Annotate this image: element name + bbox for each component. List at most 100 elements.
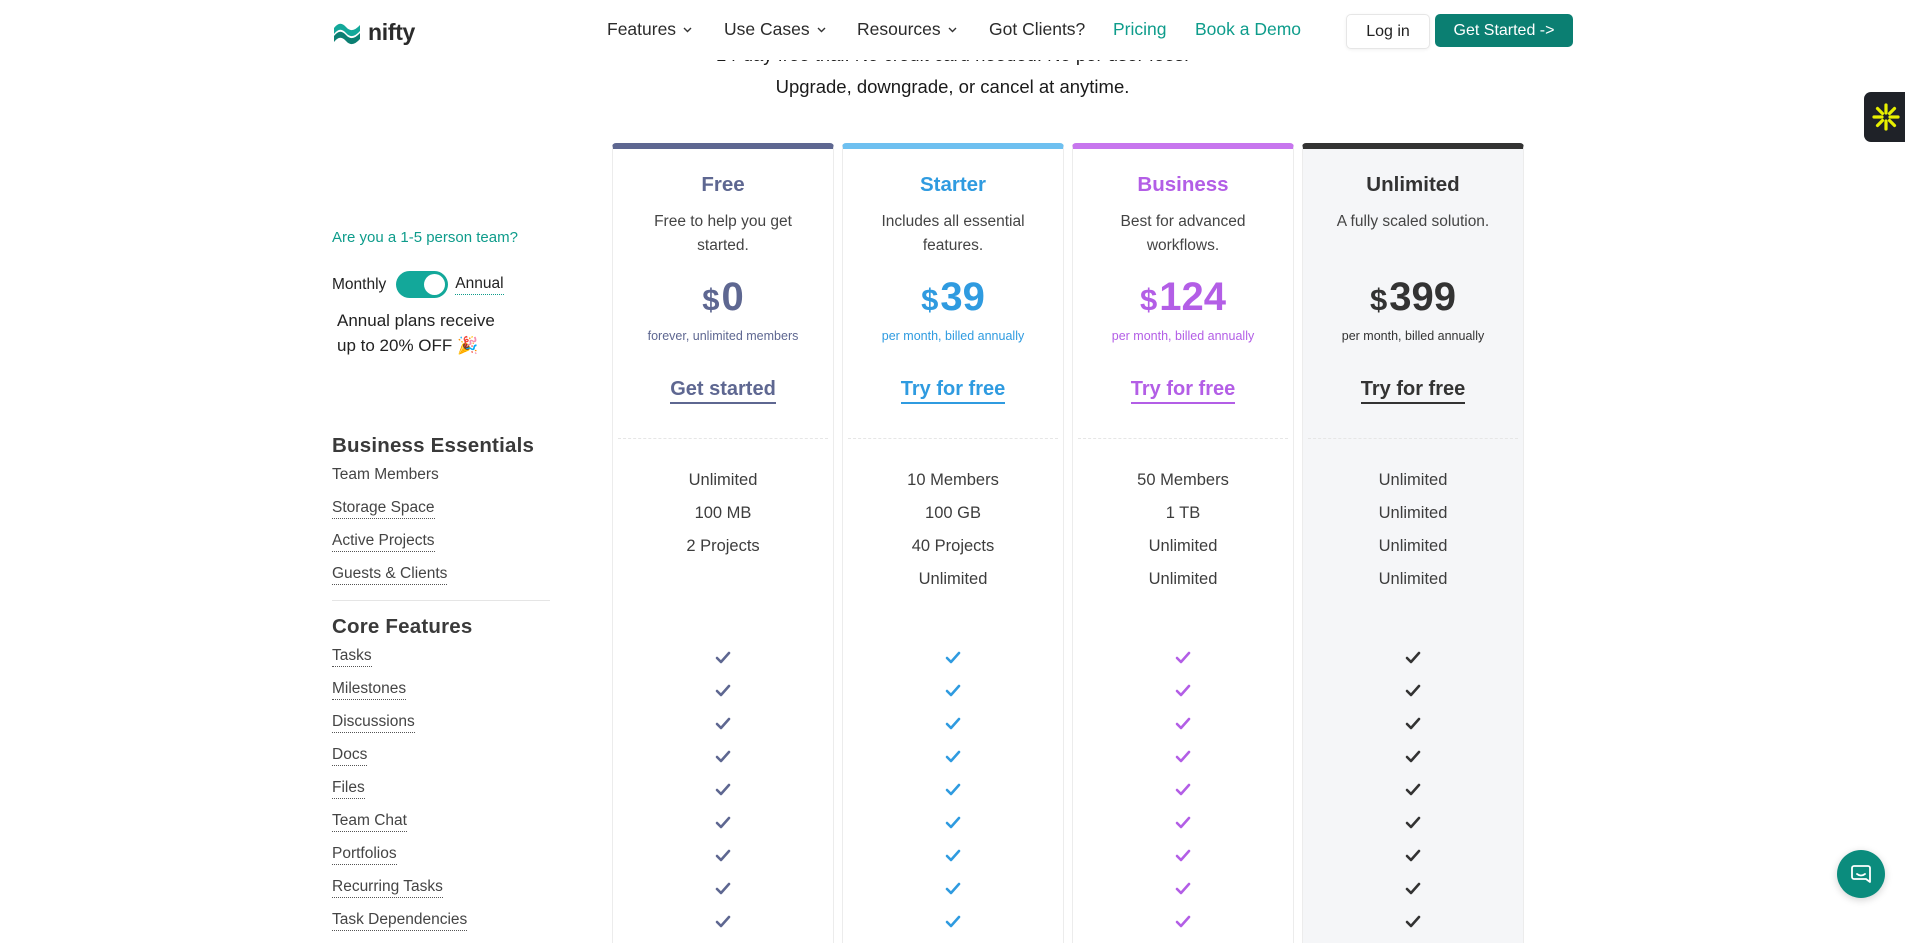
value-storage-space: 100 MB — [694, 504, 752, 522]
checkmark-icon — [1175, 816, 1191, 829]
cancel-info-line: Upgrade, downgrade, or cancel at anytime… — [775, 76, 1130, 97]
checkmark-icon — [715, 717, 731, 730]
cta-label: Try for free — [1360, 378, 1466, 404]
nav-pricing[interactable]: Pricing — [1113, 19, 1167, 40]
checkmark-icon — [715, 816, 731, 829]
brand-name: nifty — [368, 18, 416, 45]
nav-got-clients[interactable]: Got Clients? — [989, 19, 1085, 40]
value-storage-space: Unlimited — [1378, 504, 1448, 522]
plan-cta-button[interactable]: Try for free — [1073, 378, 1293, 404]
checkmark-icon — [1175, 882, 1191, 895]
currency-symbol: $ — [702, 282, 720, 317]
feature-docs[interactable]: Docs — [332, 746, 368, 766]
nav-label: Features — [607, 19, 677, 39]
plan-cta-button[interactable]: Get started — [613, 378, 833, 404]
plan-divider — [618, 438, 828, 439]
value-team-members: Unlimited — [1378, 471, 1448, 489]
nav-label: Pricing — [1113, 19, 1167, 39]
toggle-knob — [424, 274, 446, 295]
feature-active-projects[interactable]: Active Projects — [332, 532, 435, 552]
feature-milestones[interactable]: Milestones — [332, 680, 407, 700]
plan-price: $124 — [1073, 275, 1293, 320]
checkmark-icon — [715, 849, 731, 862]
nifty-logo-icon — [334, 23, 360, 45]
small-team-link[interactable]: Are you a 1-5 person team? — [332, 229, 518, 246]
value-guests-clients: Unlimited — [1378, 570, 1448, 588]
value-storage-space: 1 TB — [1165, 504, 1201, 522]
plan-price: $39 — [843, 275, 1063, 320]
value-team-members: Unlimited — [688, 471, 758, 489]
value-guests-clients: Unlimited — [1148, 570, 1218, 588]
feature-team-chat[interactable]: Team Chat — [332, 812, 407, 832]
chevron-down-icon — [817, 27, 826, 32]
billing-annual-label[interactable]: Annual — [455, 275, 504, 295]
checkmark-icon — [715, 651, 731, 664]
billing-toggle-group: Monthly Annual — [332, 271, 504, 298]
feature-recurring-tasks[interactable]: Recurring Tasks — [332, 878, 443, 898]
cta-label: Try for free — [1130, 378, 1236, 404]
checkmark-icon — [945, 684, 961, 697]
value-team-members: 50 Members — [1137, 471, 1229, 489]
feature-team-members: Team Members — [332, 466, 439, 483]
side-widget-tab[interactable] — [1864, 92, 1905, 142]
price-note: forever, unlimited members — [647, 329, 799, 343]
currency-symbol: $ — [921, 282, 939, 317]
price-amount: 399 — [1389, 275, 1456, 319]
plan-starter: Starter Includes all essential features.… — [842, 143, 1064, 943]
value-active-projects: Unlimited — [1378, 537, 1448, 555]
nav-label: Resources — [857, 19, 941, 39]
feature-discussions[interactable]: Discussions — [332, 713, 415, 733]
feature-task-dependencies[interactable]: Task Dependencies — [332, 911, 468, 931]
billing-monthly-label[interactable]: Monthly — [332, 276, 386, 294]
price-amount: 39 — [940, 275, 985, 319]
checkmark-icon — [1405, 783, 1421, 796]
section-business-essentials: Business Essentials — [332, 434, 535, 457]
checkmark-icon — [715, 915, 731, 928]
checkmark-icon — [1405, 915, 1421, 928]
currency-symbol: $ — [1140, 282, 1158, 317]
plan-divider — [1078, 438, 1288, 439]
nav-book-demo[interactable]: Book a Demo — [1195, 19, 1301, 40]
nav-resources[interactable]: Resources — [857, 19, 957, 40]
plan-cta-button[interactable]: Try for free — [843, 378, 1063, 404]
nav-label: Got Clients? — [989, 19, 1086, 39]
plan-name: Free — [701, 173, 745, 196]
checkmark-icon — [945, 750, 961, 763]
chevron-down-icon — [948, 27, 957, 32]
plan-name: Business — [1137, 173, 1229, 196]
plan-unlimited: Unlimited A fully scaled solution. $399 … — [1302, 143, 1524, 943]
checkmark-icon — [1175, 651, 1191, 664]
plan-description: Free to help you get started. — [654, 213, 792, 254]
plan-divider — [1308, 438, 1518, 439]
checkmark-icon — [1405, 849, 1421, 862]
section-divider — [332, 600, 550, 601]
brand-logo[interactable]: nifty — [332, 17, 415, 47]
billing-toggle[interactable] — [396, 271, 449, 298]
login-button[interactable]: Log in — [1346, 14, 1430, 49]
plan-description: Includes all essential features. — [881, 213, 1025, 254]
nav-features[interactable]: Features — [607, 19, 692, 40]
price-amount: 124 — [1159, 275, 1226, 319]
value-team-members: 10 Members — [907, 471, 999, 489]
feature-portfolios[interactable]: Portfolios — [332, 845, 397, 865]
checkmark-icon — [945, 717, 961, 730]
plan-description: A fully scaled solution. — [1336, 213, 1490, 230]
plan-cta-button[interactable]: Try for free — [1303, 378, 1523, 404]
feature-files[interactable]: Files — [332, 779, 365, 799]
value-active-projects: 40 Projects — [911, 537, 995, 555]
feature-guests-clients[interactable]: Guests & Clients — [332, 565, 448, 585]
nav-use-cases[interactable]: Use Cases — [724, 19, 826, 40]
nav-label: Use Cases — [724, 19, 810, 39]
feature-tasks[interactable]: Tasks — [332, 647, 372, 667]
feature-storage-space[interactable]: Storage Space — [332, 499, 435, 519]
chat-bubble-icon — [1851, 865, 1871, 883]
get-started-button[interactable]: Get Started -> — [1435, 14, 1573, 47]
checkmark-icon — [945, 651, 961, 664]
price-note: per month, billed annually — [881, 329, 1025, 343]
sparkle-widget-icon — [1872, 103, 1900, 131]
checkmark-icon — [945, 882, 961, 895]
checkmark-icon — [945, 783, 961, 796]
section-core-features: Core Features — [332, 615, 473, 638]
chat-launcher-button[interactable] — [1837, 850, 1885, 898]
value-active-projects: 2 Projects — [686, 537, 760, 555]
